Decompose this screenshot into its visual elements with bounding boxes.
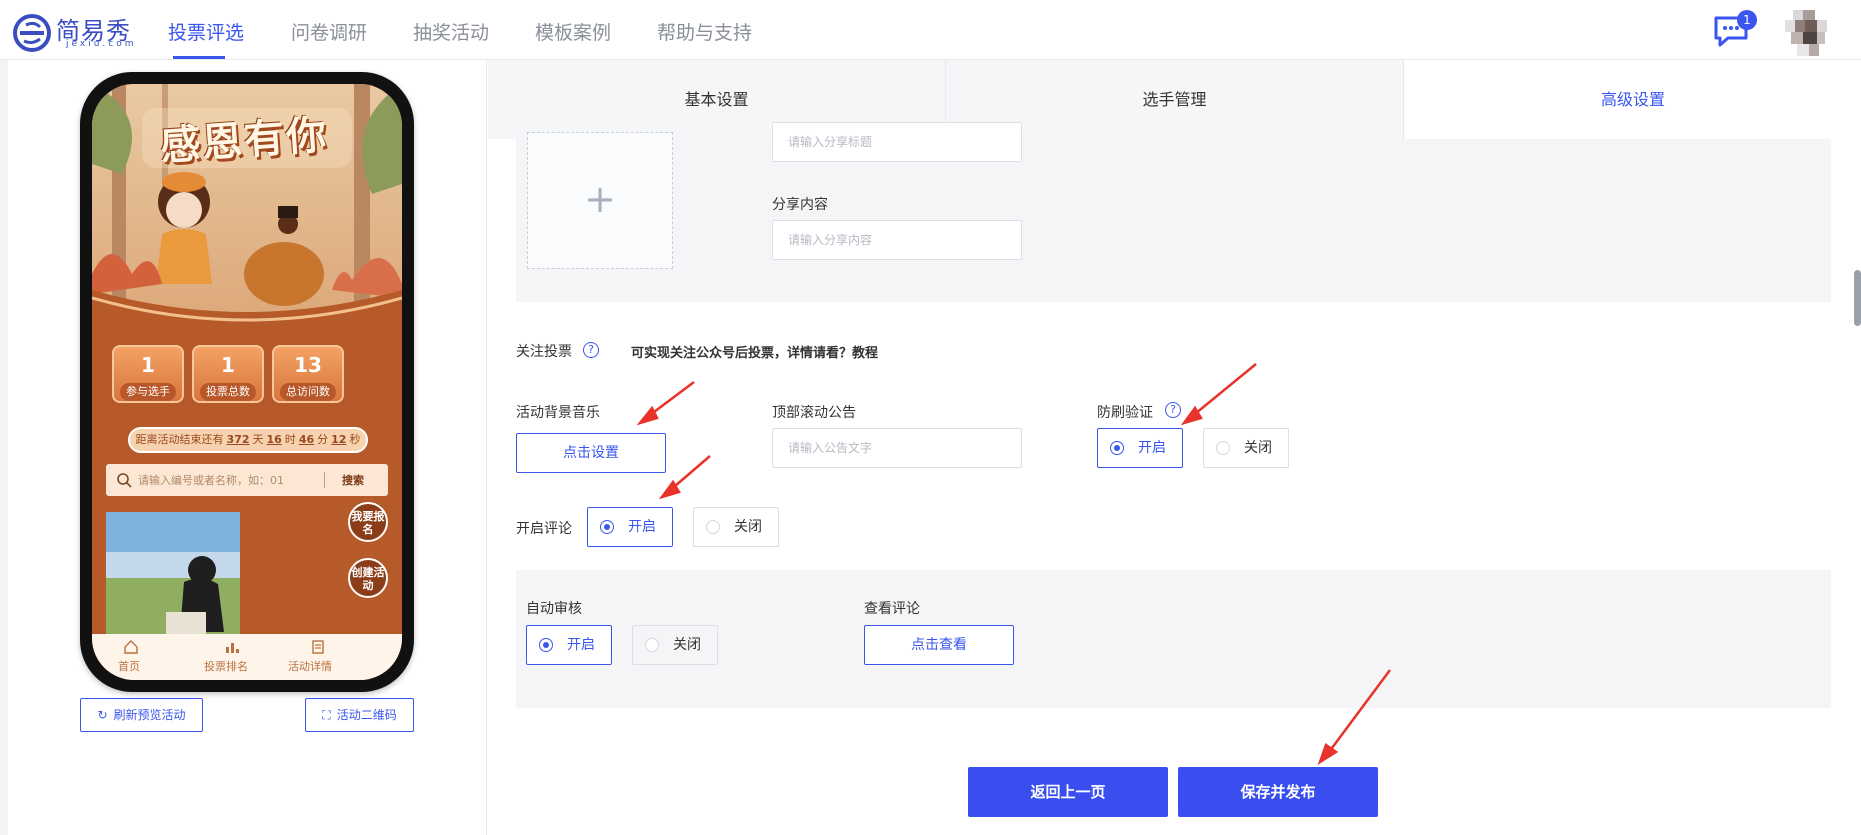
activity-qrcode-label: 活动二维码: [336, 708, 397, 722]
nav-item-survey[interactable]: 问卷调研: [291, 18, 367, 45]
radio-dot-icon: [645, 638, 659, 652]
anti-spam-on-radio[interactable]: 开启: [1097, 428, 1183, 468]
refresh-icon: ↻: [97, 708, 108, 722]
comments-off-label: 关闭: [734, 519, 762, 535]
bg-music-settings-button[interactable]: 点击设置: [516, 433, 666, 473]
share-settings-card: [516, 139, 1831, 302]
brand-domain: jexiu.com: [66, 39, 137, 49]
radio-dot-icon: [1110, 441, 1124, 455]
create-activity-button[interactable]: 创建活动: [348, 558, 388, 598]
anti-spam-help-icon[interactable]: ?: [1165, 402, 1181, 418]
activity-qrcode-button[interactable]: ⛶ 活动二维码: [305, 698, 414, 732]
settings-tabs: 基本设置 选手管理 高级设置: [488, 60, 1861, 139]
countdown-hours: 16: [266, 433, 282, 446]
auto-review-off-radio[interactable]: 关闭: [632, 625, 718, 665]
share-image-upload[interactable]: +: [527, 132, 673, 269]
view-comments-label: 查看评论: [864, 601, 920, 617]
stat-participants-value: 1: [141, 353, 155, 377]
details-icon: [312, 640, 324, 654]
scan-icon: ⛶: [322, 708, 331, 722]
radio-dot-icon: [1216, 441, 1230, 455]
announcement-input[interactable]: 请输入公告文字: [772, 428, 1022, 468]
save-publish-button[interactable]: 保存并发布: [1178, 767, 1378, 817]
comments-off-radio[interactable]: 关闭: [693, 507, 779, 547]
stat-participants: 1 参与选手: [112, 345, 184, 403]
countdown-days: 372: [226, 433, 250, 446]
countdown-seconds: 12: [331, 433, 347, 446]
nav-item-templates[interactable]: 模板案例: [535, 18, 611, 45]
back-button[interactable]: 返回上一页: [968, 767, 1168, 817]
preview-search-placeholder: 请输入编号或者名称，如：01: [138, 474, 284, 487]
comments-label: 开启评论: [516, 521, 572, 537]
countdown-hours-unit: 时: [284, 433, 296, 446]
countdown-timer: 距离活动结束还有 372 天 16 时 46 分 12 秒: [128, 427, 368, 453]
home-icon: [124, 640, 138, 654]
scrollbar-handle[interactable]: [1854, 270, 1861, 326]
radio-dot-icon: [706, 520, 720, 534]
preview-tab-ranking[interactable]: 投票排名: [204, 658, 248, 674]
plus-icon: +: [584, 177, 616, 221]
radio-dot-icon: [539, 638, 553, 652]
nav-active-indicator: [173, 56, 225, 59]
stat-votes: 1 投票总数: [192, 345, 264, 403]
search-divider: [324, 472, 325, 488]
preview-tab-home[interactable]: 首页: [118, 658, 140, 674]
anti-spam-off-radio[interactable]: 关闭: [1203, 428, 1289, 468]
refresh-preview-label: 刷新预览活动: [113, 708, 186, 722]
radio-dot-icon: [600, 520, 614, 534]
share-title-input[interactable]: 请输入分享标题: [772, 122, 1022, 162]
share-content-label: 分享内容: [772, 197, 828, 213]
photo-image: [106, 512, 240, 642]
preview-edge: [0, 60, 8, 835]
preview-tabbar: 首页 投票排名 活动详情: [92, 634, 402, 680]
follow-vote-label: 关注投票: [516, 344, 572, 360]
stat-votes-value: 1: [221, 353, 235, 377]
anti-spam-off-label: 关闭: [1244, 440, 1272, 456]
comments-on-radio[interactable]: 开启: [587, 507, 673, 547]
help-icon[interactable]: ?: [583, 342, 599, 358]
nav-item-lottery[interactable]: 抽奖活动: [413, 18, 489, 45]
countdown-minutes: 46: [298, 433, 315, 446]
preview-tab-details[interactable]: 活动详情: [288, 658, 332, 674]
anti-spam-on-label: 开启: [1138, 440, 1166, 456]
nav-item-help[interactable]: 帮助与支持: [657, 18, 752, 45]
comments-on-label: 开启: [628, 519, 656, 535]
contestant-photo[interactable]: [106, 512, 240, 642]
logo-icon: [13, 14, 51, 52]
stat-visits: 13 总访问数: [272, 345, 344, 403]
stat-participants-label: 参与选手: [120, 383, 176, 401]
stat-visits-value: 13: [294, 353, 322, 377]
share-content-input[interactable]: 请输入分享内容: [772, 220, 1022, 260]
preview-search-button[interactable]: 搜索: [342, 472, 364, 488]
view-comments-button[interactable]: 点击查看: [864, 625, 1014, 665]
bg-music-label: 活动背景音乐: [516, 405, 600, 421]
follow-vote-hint: 可实现关注公众号后投票，详情请看？教程: [631, 346, 879, 361]
countdown-days-unit: 天: [252, 433, 264, 446]
auto-review-on-label: 开启: [567, 637, 595, 653]
phone-screen: 感恩有你 1 参与选手 1 投票总数 13 总访问数 距离活动结束还有 372 天 1…: [92, 84, 402, 680]
signup-button[interactable]: 我要报名: [348, 502, 388, 542]
auto-review-off-label: 关闭: [673, 637, 701, 653]
message-badge: 1: [1737, 10, 1757, 30]
stat-votes-label: 投票总数: [200, 383, 256, 401]
top-nav: 简易秀 jexiu.com 投票评选 问卷调研 抽奖活动 模板案例 帮助与支持 …: [0, 0, 1861, 60]
auto-review-on-radio[interactable]: 开启: [526, 625, 612, 665]
phone-preview: 感恩有你 1 参与选手 1 投票总数 13 总访问数 距离活动结束还有 372 天 1…: [80, 72, 414, 692]
countdown-minutes-unit: 分: [317, 433, 329, 446]
stat-visits-label: 总访问数: [280, 383, 336, 401]
tab-advanced-settings[interactable]: 高级设置: [1404, 60, 1861, 139]
countdown-prefix: 距离活动结束还有: [135, 433, 224, 446]
avatar[interactable]: [1785, 10, 1827, 56]
ranking-icon: [226, 643, 239, 653]
anti-spam-label: 防刷验证: [1097, 405, 1153, 421]
announcement-label: 顶部滚动公告: [772, 405, 856, 421]
preview-search-bar[interactable]: 请输入编号或者名称，如：01 搜索: [106, 464, 388, 496]
nav-item-vote[interactable]: 投票评选: [168, 18, 244, 45]
countdown-seconds-unit: 秒: [349, 433, 361, 446]
brand-logo[interactable]: 简易秀 jexiu.com: [12, 9, 134, 52]
refresh-preview-button[interactable]: ↻ 刷新预览活动: [80, 698, 203, 732]
search-icon: [117, 473, 132, 488]
auto-review-label: 自动审核: [526, 601, 582, 617]
